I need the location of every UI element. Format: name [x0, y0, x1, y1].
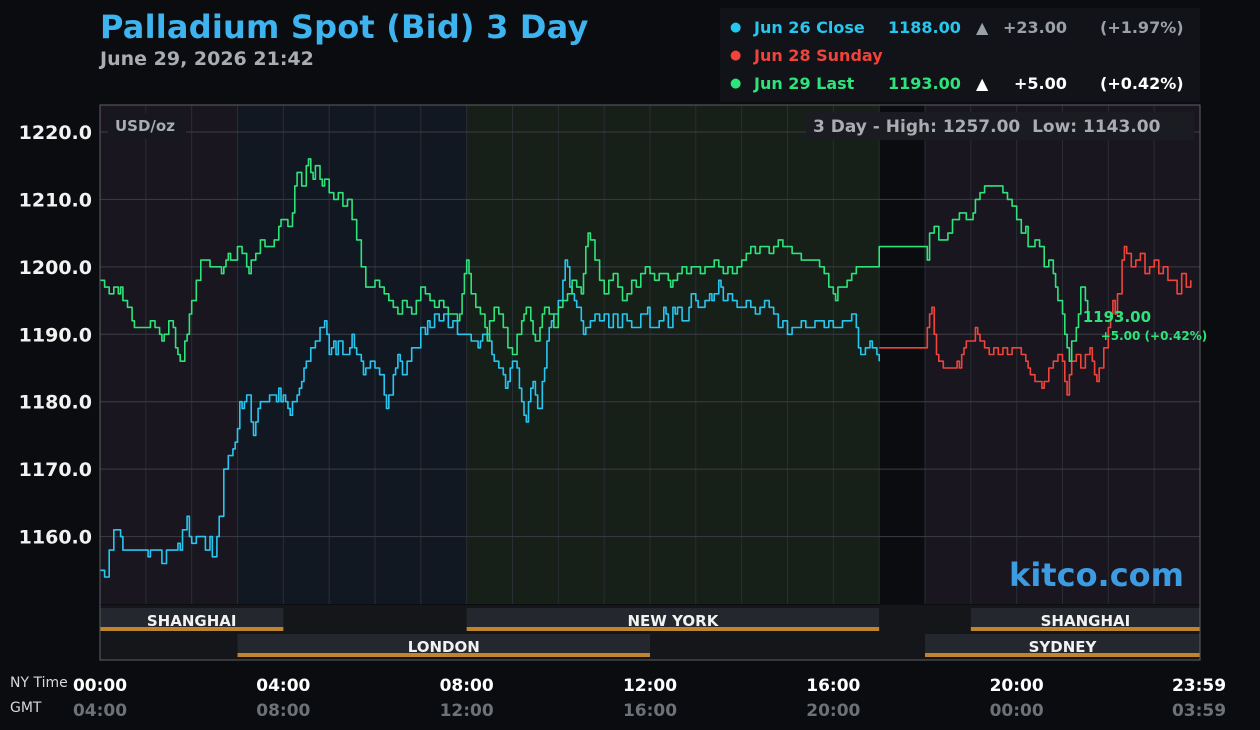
y-tick-label: 1170.0 — [19, 459, 92, 481]
session-name: SYDNEY — [1029, 638, 1098, 656]
unit-label: USD/oz — [115, 117, 175, 135]
watermark-logo: kitco.com — [1009, 556, 1184, 594]
last-price-value: 1193.00 — [1083, 308, 1151, 326]
session-shade — [237, 105, 467, 604]
ny-time-tick: 16:00 — [806, 676, 861, 696]
y-tick-label: 1220.0 — [19, 122, 92, 144]
gmt-tick: 16:00 — [622, 701, 678, 721]
gmt-tick: 04:00 — [72, 701, 128, 721]
gmt-tick: 00:00 — [989, 701, 1044, 721]
ny-time-tick: 00:00 — [72, 676, 128, 696]
gmt-label: GMT — [10, 700, 42, 716]
y-tick-label: 1190.0 — [19, 324, 92, 346]
y-tick-label: 1200.0 — [19, 257, 92, 279]
session-name: SHANGHAI — [147, 612, 237, 630]
gmt-tick: 20:00 — [806, 701, 861, 721]
price-chart: 1160.0 1170.0 1180.0 1190.0 1200.0 1210.0 1220… — [19, 104, 1208, 661]
ny-time-tick: 20:00 — [989, 676, 1044, 696]
gmt-tick: 08:00 — [256, 701, 311, 721]
last-price-change: +5.00 (+0.42%) — [1101, 329, 1208, 343]
gmt-tick: 12:00 — [439, 701, 494, 721]
session-name: NEW YORK — [628, 612, 720, 630]
y-axis: 1160.0 1170.0 1180.0 1190.0 1200.0 1210.0 1220… — [19, 122, 92, 549]
y-tick-label: 1160.0 — [19, 527, 92, 549]
session-name: SHANGHAI — [1041, 612, 1131, 630]
session-bars: SHANGHAI NEW YORK SHANGHAI LONDON SYDNEY — [100, 605, 1200, 660]
ny-time-tick: 08:00 — [439, 676, 494, 696]
range-text: 3 Day - High: 1257.00 Low: 1143.00 — [813, 117, 1161, 137]
gmt-tick: 03:59 — [1171, 701, 1227, 721]
ny-time-tick: 12:00 — [622, 676, 678, 696]
session-shade — [466, 105, 880, 604]
y-tick-label: 1210.0 — [19, 189, 92, 211]
session-name: LONDON — [408, 638, 480, 656]
session-shade — [879, 105, 925, 604]
y-tick-label: 1180.0 — [19, 392, 92, 414]
ny-time-tick: 23:59 — [1171, 676, 1227, 696]
ny-time-tick: 04:00 — [256, 676, 311, 696]
